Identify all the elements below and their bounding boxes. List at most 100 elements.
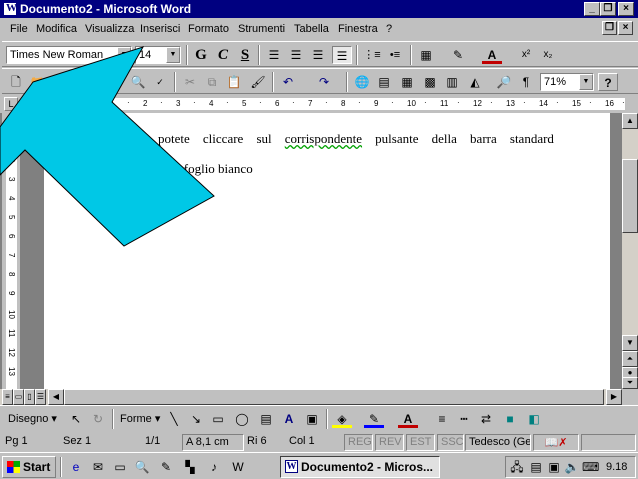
insert-table-icon[interactable]: ▦ (397, 73, 417, 91)
line-icon[interactable]: ╲ (164, 410, 184, 428)
word-taskbar-icon[interactable]: W (230, 459, 246, 475)
chevron-down-icon[interactable]: ▼ (166, 47, 180, 63)
chevron-down-icon[interactable]: ▼ (579, 74, 593, 90)
menu-help[interactable]: ? (386, 23, 392, 35)
cut-icon[interactable]: ✂ (180, 73, 200, 91)
draw-menu-button[interactable]: Disegno ▾ (8, 412, 57, 425)
spelling-icon[interactable]: ✓ (150, 73, 170, 91)
menu-tabella[interactable]: Tabella (294, 23, 329, 35)
clip-art-icon[interactable]: ▣ (302, 410, 322, 428)
paste-icon[interactable]: 📋 (224, 73, 244, 91)
notepad-icon[interactable]: ✎ (158, 459, 174, 475)
font-name-combo[interactable]: Times New Roman ▼ (6, 46, 132, 64)
outlook-express-icon[interactable]: ✉ (90, 459, 106, 475)
oval-icon[interactable]: ◯ (232, 410, 252, 428)
zoom-combo[interactable]: 71% ▼ (540, 73, 594, 91)
undo-icon[interactable]: ↶ (278, 73, 298, 91)
menu-visualizza[interactable]: Visualizza (85, 23, 134, 35)
menu-strumenti[interactable]: Strumenti (238, 23, 285, 35)
scroll-up-icon[interactable]: ▲ (622, 113, 638, 129)
insert-excel-icon[interactable]: ▩ (420, 73, 440, 91)
save-icon[interactable]: 💾 (50, 73, 70, 91)
bold-button[interactable]: G (191, 46, 211, 64)
find-icon[interactable]: 🔍 (134, 459, 150, 475)
doc-restore-button[interactable]: ❐ (602, 21, 617, 35)
spelling-status-icon[interactable]: 📖✗ (533, 434, 579, 451)
status-language[interactable]: Tedesco (Ge (465, 434, 531, 451)
menu-formato[interactable]: Formato (188, 23, 229, 35)
scroll-down-icon[interactable]: ▼ (622, 335, 638, 351)
free-rotate-icon[interactable]: ↻ (88, 410, 108, 428)
paint-icon[interactable]: ▚ (182, 459, 198, 475)
menu-inserisci[interactable]: Inserisci (140, 23, 180, 35)
redo-icon[interactable]: ↷ (314, 73, 334, 91)
fill-color-icon[interactable]: ◈ (332, 410, 352, 428)
align-center-icon[interactable]: ☰ (286, 46, 306, 64)
email-icon[interactable]: ✉ (78, 73, 98, 91)
word-app-icon[interactable] (3, 2, 17, 16)
superscript-button[interactable]: x² (516, 46, 536, 64)
line-color-icon[interactable]: ✎ (364, 410, 384, 428)
document-page[interactable]: potete cliccare sul corrispondente pulsa… (44, 113, 610, 389)
chevron-down-icon[interactable]: ▼ (117, 47, 131, 63)
align-right-icon[interactable]: ☰ (308, 46, 328, 64)
arrow-icon[interactable]: ↘ (186, 410, 206, 428)
tab-selector[interactable]: L (4, 97, 18, 111)
wordart-icon[interactable]: A (279, 410, 299, 428)
internet-explorer-icon[interactable]: e (68, 459, 84, 475)
arrow-style-icon[interactable]: ⇄ (476, 410, 496, 428)
rectangle-icon[interactable]: ▭ (208, 410, 228, 428)
font-size-combo[interactable]: 14 ▼ (135, 46, 181, 64)
web-layout-icon[interactable]: ▭ (13, 389, 24, 405)
scroll-thumb[interactable] (622, 159, 638, 233)
justify-icon[interactable]: ☰ (332, 46, 352, 64)
status-rev[interactable]: REV (375, 434, 404, 451)
minimize-button[interactable]: _ (584, 2, 600, 16)
show-desktop-icon[interactable]: ▭ (112, 459, 128, 475)
normal-view-icon[interactable]: ≡ (2, 389, 13, 405)
office-assistant-button[interactable]: ? (598, 73, 618, 91)
print-preview-icon[interactable]: 🔍 (128, 73, 148, 91)
media-icon[interactable]: ♪ (206, 459, 222, 475)
select-objects-icon[interactable]: ↖ (66, 410, 86, 428)
open-folder-icon[interactable]: 📂 (28, 73, 48, 91)
draw-font-color-icon[interactable]: A (398, 410, 418, 428)
underline-button[interactable]: S (235, 46, 255, 64)
print-layout-icon[interactable]: ▯ (24, 389, 35, 405)
tables-borders-icon[interactable]: ▤ (374, 73, 394, 91)
text-box-icon[interactable]: ▤ (256, 410, 276, 428)
border-icon[interactable]: ▦ (416, 46, 436, 64)
font-color-icon[interactable]: A (482, 46, 502, 64)
restore-button[interactable]: ❐ (600, 2, 616, 16)
scheduler-icon[interactable]: ▤ (528, 459, 544, 475)
3d-icon[interactable]: ◧ (524, 410, 544, 428)
bullet-list-icon[interactable]: •≡ (385, 46, 405, 64)
next-page-icon[interactable]: ⏷ (622, 377, 638, 389)
print-icon[interactable]: ⎙ (106, 73, 126, 91)
shadow-icon[interactable]: ■ (500, 410, 520, 428)
scroll-left-icon[interactable]: ◀ (48, 389, 64, 405)
outline-view-icon[interactable]: ☰ (35, 389, 46, 405)
subscript-button[interactable]: x₂ (538, 46, 558, 64)
previous-page-icon[interactable]: ⏶ (622, 351, 638, 367)
show-hide-button[interactable]: ¶ (516, 73, 536, 91)
start-button[interactable]: Start (2, 456, 56, 478)
status-reg[interactable]: REG (344, 434, 373, 451)
document-map-icon[interactable]: 🔎 (494, 73, 514, 91)
language-icon[interactable]: ⌨ (582, 459, 599, 475)
autoshapes-button[interactable]: Forme ▾ (120, 412, 160, 425)
status-est[interactable]: EST (406, 434, 435, 451)
hyperlink-icon[interactable]: 🌐 (352, 73, 372, 91)
columns-icon[interactable]: ▥ (442, 73, 462, 91)
horizontal-scrollbar[interactable]: ≡ ▭ ▯ ☰ ◀ ▶ (0, 389, 622, 405)
ruler-strip[interactable]: 1·2·3·4·5·6·7·8·9·10·11·12·13·14·15·16·1… (45, 98, 625, 110)
scroll-right-icon[interactable]: ▶ (606, 389, 622, 405)
horizontal-scroll-thumb[interactable] (64, 389, 604, 405)
menu-finestra[interactable]: Finestra (338, 23, 378, 35)
vertical-scrollbar[interactable]: ▲ ▼ ⏶ ● ⏷ (622, 113, 638, 389)
line-style-icon[interactable]: ≡ (432, 410, 452, 428)
volume-icon[interactable]: 🔈 (564, 459, 580, 475)
dash-style-icon[interactable]: ┅ (454, 410, 474, 428)
format-painter-icon[interactable]: 🖌 (248, 73, 268, 91)
status-ssc[interactable]: SSC (437, 434, 464, 451)
